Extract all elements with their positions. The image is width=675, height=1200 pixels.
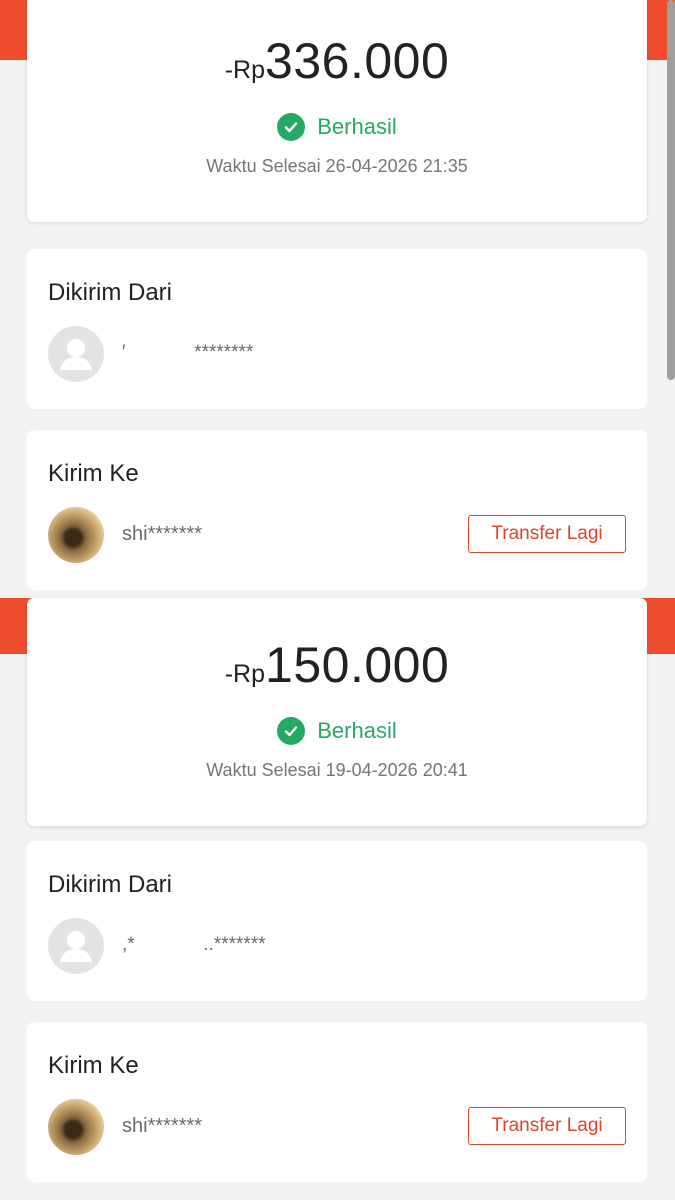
- scrollbar[interactable]: [667, 0, 675, 380]
- sender-name: ′ ********: [122, 342, 254, 363]
- completed-time: Waktu Selesai 19-04-2026 20:41: [206, 760, 468, 780]
- status-text: Berhasil: [317, 114, 397, 139]
- amount-card: -Rp150.000 Berhasil Waktu Selesai 19-04-…: [27, 598, 647, 826]
- transaction-2: -Rp150.000 Berhasil Waktu Selesai 19-04-…: [0, 598, 675, 1200]
- amount-display: -Rp150.000: [27, 636, 647, 694]
- sender-title: Dikirim Dari: [48, 871, 172, 898]
- sender-card: Dikirim Dari ,* ..*******: [27, 841, 647, 1001]
- currency-label: -Rp: [224, 660, 266, 688]
- recipient-card: Kirim Ke shi******* Transfer Lagi: [27, 1022, 647, 1182]
- sender-title: Dikirim Dari: [48, 279, 172, 306]
- transaction-1: -Rp336.000 Berhasil Waktu Selesai 26-04-…: [0, 0, 675, 590]
- completed-time: Waktu Selesai 26-04-2026 21:35: [206, 156, 468, 176]
- sender-name: ,* ..*******: [122, 934, 266, 955]
- status-row: Berhasil: [27, 113, 647, 141]
- sender-card: Dikirim Dari ′ ********: [27, 249, 647, 409]
- amount-value: 150.000: [265, 637, 450, 693]
- transfer-again-button[interactable]: Transfer Lagi: [468, 515, 626, 553]
- status-row: Berhasil: [27, 717, 647, 745]
- check-circle-icon: [277, 113, 306, 141]
- recipient-avatar: [48, 1099, 104, 1155]
- recipient-card: Kirim Ke shi******* Transfer Lagi: [27, 430, 647, 590]
- recipient-title: Kirim Ke: [48, 1052, 139, 1079]
- transfer-again-button[interactable]: Transfer Lagi: [468, 1107, 626, 1145]
- check-circle-icon: [277, 717, 306, 745]
- currency-label: -Rp: [224, 56, 266, 84]
- amount-value: 336.000: [265, 33, 450, 89]
- amount-card: -Rp336.000 Berhasil Waktu Selesai 26-04-…: [27, 0, 647, 222]
- recipient-title: Kirim Ke: [48, 460, 139, 487]
- recipient-avatar: [48, 507, 104, 563]
- status-text: Berhasil: [317, 718, 397, 743]
- user-silhouette-icon: [48, 326, 104, 382]
- recipient-name: shi*******: [122, 523, 203, 545]
- recipient-name: shi*******: [122, 1115, 203, 1137]
- amount-display: -Rp336.000: [27, 32, 647, 90]
- user-silhouette-icon: [48, 918, 104, 974]
